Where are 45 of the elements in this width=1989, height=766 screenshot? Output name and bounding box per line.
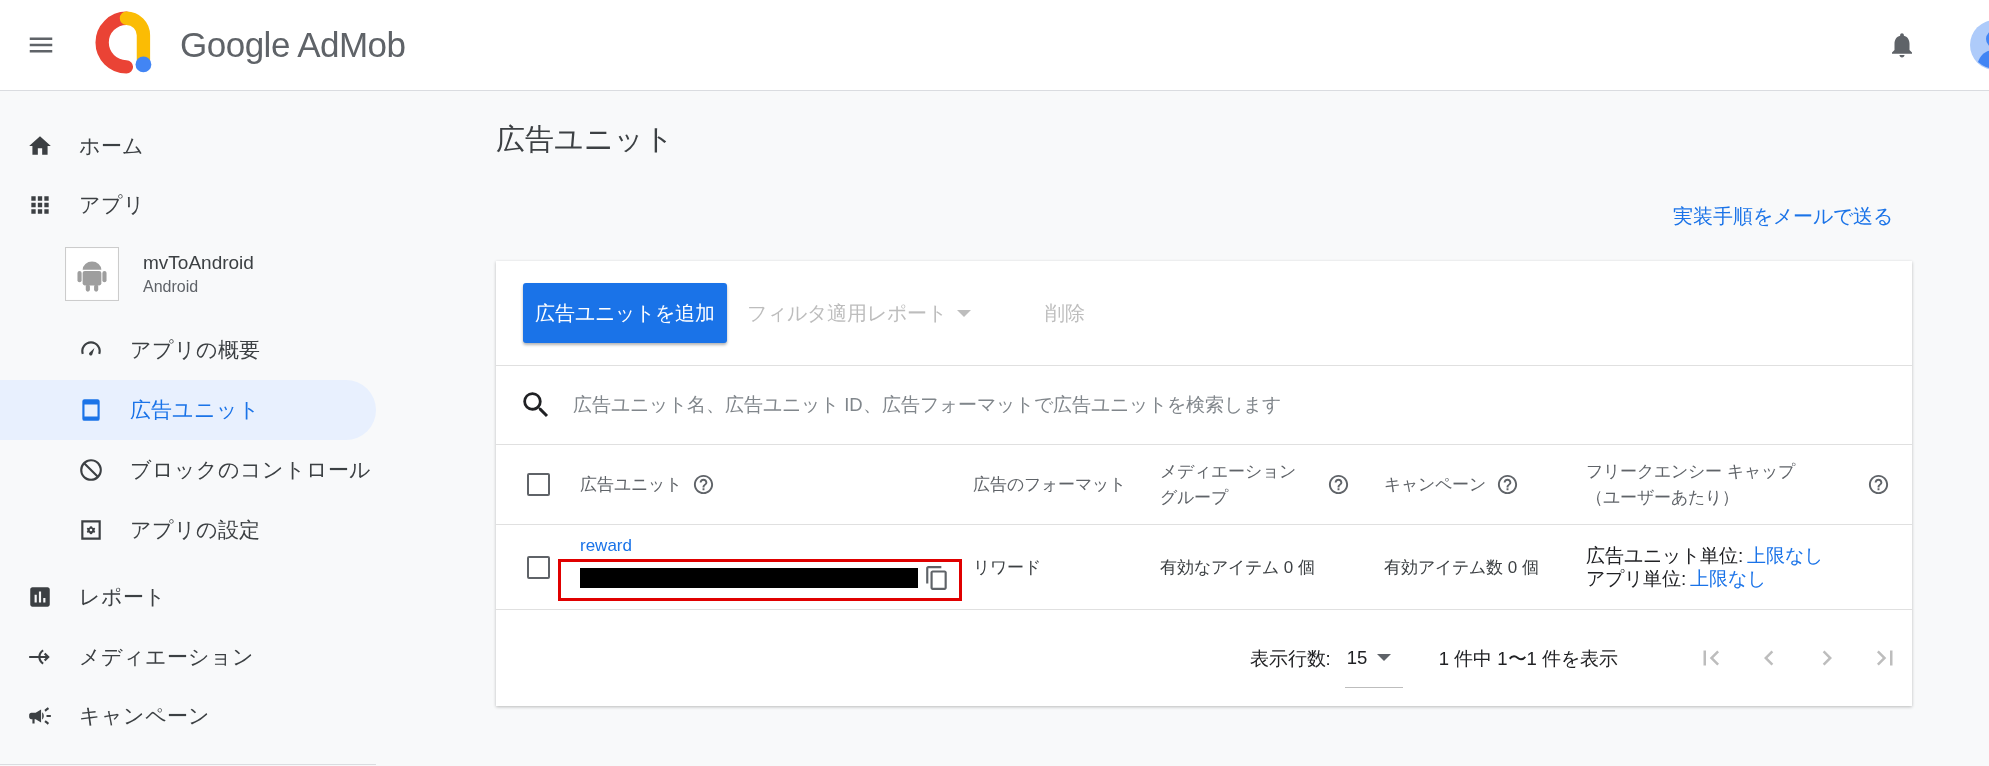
checkbox[interactable] [527, 473, 550, 496]
help-icon[interactable] [1327, 473, 1350, 496]
email-instructions-link[interactable]: 実装手順をメールで送る [1673, 203, 1893, 231]
caret-icon [957, 309, 971, 317]
frequency-limit-link[interactable]: 上限なし [1690, 568, 1767, 589]
sidebar-item[interactable]: アプリの概要 [0, 320, 376, 380]
caret-icon [1377, 654, 1392, 661]
sidebar-item[interactable]: ホーム [0, 116, 376, 175]
page-title: 広告ユニット [496, 122, 675, 157]
sidebar-item[interactable]: レポート [0, 567, 376, 627]
sidebar-item[interactable]: アプリの設定 [0, 500, 376, 560]
bar-chart-icon [27, 584, 53, 610]
frequency-limit-link[interactable]: 上限なし [1747, 545, 1824, 566]
help-icon[interactable] [1867, 473, 1890, 496]
column-header[interactable]: フリークエンシー キャップ （ユーザーあたり） [1586, 458, 1795, 511]
sidebar-item[interactable]: キャンペーン [0, 686, 376, 745]
gear-box-icon [78, 517, 104, 543]
help-icon[interactable] [692, 473, 715, 496]
android-app-icon [65, 247, 119, 301]
sidebar-item[interactable]: アプリ [0, 175, 376, 234]
checkbox[interactable] [527, 555, 550, 579]
sidebar-item[interactable]: 広告ユニット [0, 380, 376, 440]
column-header[interactable]: 広告ユニット [580, 471, 682, 498]
copy-icon[interactable] [924, 564, 950, 591]
sidebar-item[interactable]: ブロックのコントロール [0, 440, 376, 500]
column-header[interactable]: メディエーション グループ [1160, 458, 1296, 511]
app-platform: Android [143, 278, 200, 296]
frequency-label: 広告ユニット単位: [1586, 545, 1744, 566]
help-icon[interactable] [1496, 473, 1519, 496]
page-range-text: 1 件中 1〜1 件を表示 [1438, 646, 1618, 671]
ad-unit-link[interactable]: reward [580, 535, 632, 556]
rows-per-page-label: 表示行数: [1249, 646, 1331, 671]
search-field[interactable]: 広告ユニット名、広告ユニット ID、広告フォーマットで広告ユニットを検索します [571, 393, 1892, 417]
column-header[interactable]: 広告のフォーマット [973, 471, 1126, 498]
table-cell-text: 有効アイテム数 0 個 [1384, 556, 1539, 579]
add-ad-unit-button[interactable]: 広告ユニットを追加 [523, 283, 727, 343]
block-icon [78, 457, 104, 483]
table-cell-text: 有効なアイテム 0 個 [1160, 556, 1315, 579]
column-header[interactable]: キャンペーン [1384, 471, 1486, 498]
table-cell-text: リワード [973, 556, 1041, 579]
app-name[interactable]: mvToAndroid [143, 252, 254, 274]
sidebar-item[interactable]: メディエーション [0, 627, 376, 686]
rows-per-page-select[interactable]: 15 [1344, 642, 1403, 688]
brand-name: Google AdMob [180, 25, 406, 65]
frequency-label: アプリ単位: [1586, 568, 1687, 589]
